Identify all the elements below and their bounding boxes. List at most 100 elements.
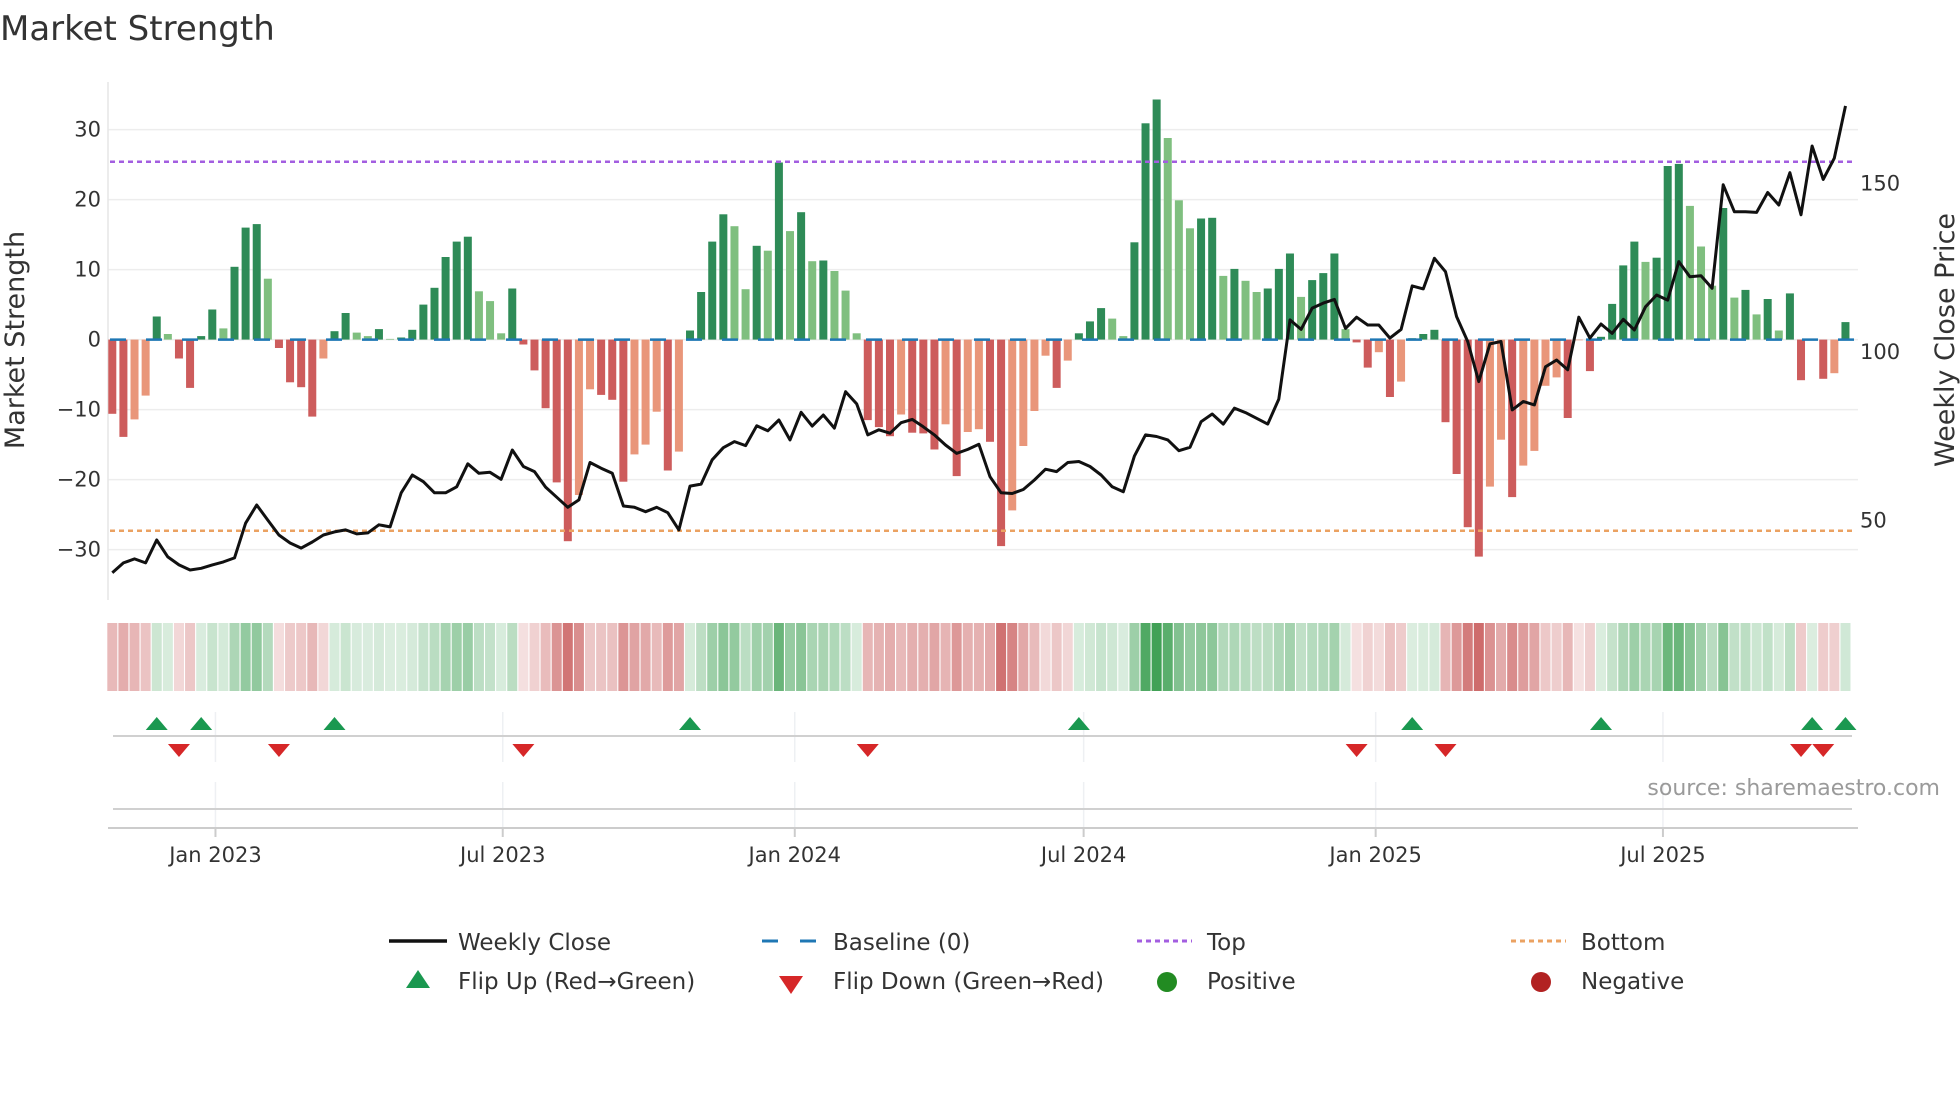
heat-cell — [462, 623, 473, 691]
heat-cell — [984, 623, 995, 691]
strength-bar — [1297, 296, 1306, 340]
strength-bar — [1208, 217, 1217, 340]
heat-cell — [173, 623, 184, 691]
flip-up-marker — [1590, 717, 1613, 730]
legend-item-baseline: Baseline (0) — [762, 930, 970, 956]
strength-bar — [186, 339, 195, 388]
x-axis: Jan 2023 Jul 2023 Jan 2024 Jul 2024 Jan 2025… — [108, 827, 1858, 867]
left-axis-ticks: −30 −20 −10 0 10 20 30 — [57, 118, 101, 562]
strength-bar — [252, 224, 261, 340]
legend-label: Top — [1206, 930, 1246, 956]
heat-cell — [818, 623, 829, 691]
heat-cell — [740, 623, 751, 691]
right-axis-ticks: 50 100 150 — [1860, 171, 1900, 532]
heat-cell — [696, 623, 707, 691]
y2-tick-label: 50 — [1860, 508, 1887, 532]
heat-cell — [1418, 623, 1429, 691]
strength-bar — [419, 304, 428, 340]
y-tick-label: 0 — [88, 328, 101, 352]
strength-bar — [241, 227, 250, 340]
y-axis-label: Market Strength — [0, 231, 31, 449]
strength-bar — [1263, 288, 1272, 340]
strength-bar — [374, 329, 383, 340]
heat-cell — [540, 623, 551, 691]
x-tick-label: Jan 2023 — [167, 843, 262, 867]
heat-cell — [1629, 623, 1640, 691]
heat-cell — [1562, 623, 1573, 691]
strength-bar — [319, 339, 328, 359]
heat-cell — [1640, 623, 1651, 691]
strength-bar — [1774, 330, 1783, 340]
heat-cell — [140, 623, 151, 691]
heat-cell — [651, 623, 662, 691]
strength-bar — [1085, 321, 1094, 340]
strength-bar — [1330, 253, 1339, 340]
heat-cell — [129, 623, 140, 691]
heat-cell — [885, 623, 895, 691]
strength-bar — [1152, 99, 1161, 340]
heat-cell — [1607, 623, 1618, 691]
strength-bar — [286, 339, 295, 383]
heat-cell — [1384, 623, 1395, 691]
heat-cell — [685, 623, 696, 691]
heat-cell — [1307, 623, 1318, 691]
strength-bar — [1230, 268, 1239, 340]
heat-cell — [1296, 623, 1307, 691]
strength-bar — [608, 339, 617, 400]
heat-cell — [285, 623, 296, 691]
flip-down-marker — [1434, 744, 1457, 757]
strength-bar — [586, 339, 595, 390]
strength-bar — [1219, 275, 1228, 340]
strength-bar — [197, 336, 206, 340]
strength-bar — [752, 245, 761, 340]
heat-cell — [1373, 623, 1384, 691]
strength-bar — [697, 292, 706, 340]
heat-cell — [1784, 623, 1795, 691]
flip-down-marker — [1790, 744, 1813, 757]
strength-bar — [897, 339, 906, 415]
strength-bar — [686, 330, 695, 340]
heat-cell — [440, 623, 451, 691]
strength-bar — [1585, 339, 1594, 372]
heat-cell — [951, 623, 962, 691]
strength-bar — [1841, 322, 1850, 340]
strength-bar — [1663, 166, 1672, 340]
strength-bar — [563, 339, 572, 542]
strength-bar — [1674, 163, 1683, 340]
heat-cell — [907, 623, 918, 691]
heat-cell — [1184, 623, 1195, 691]
heat-cell — [1251, 623, 1262, 691]
legend-item-flip-down: Flip Down (Green→Red) — [779, 969, 1104, 995]
heat-cell — [851, 623, 862, 691]
strength-bar — [830, 271, 839, 340]
heat-cell — [185, 623, 196, 691]
heat-cell — [1329, 623, 1340, 691]
heat-cell — [1273, 623, 1284, 691]
strength-bar — [1019, 339, 1028, 446]
heat-cell — [1140, 623, 1151, 691]
heat-cell — [896, 623, 907, 691]
y-tick-label: −30 — [57, 538, 101, 562]
strength-bar — [297, 339, 306, 388]
heat-cell — [707, 623, 718, 691]
heat-cell — [1596, 623, 1607, 691]
strength-bar — [541, 339, 550, 409]
heat-cell — [1773, 623, 1784, 691]
legend-item-weekly-close: Weekly Close — [389, 930, 611, 956]
strength-bar — [919, 339, 928, 434]
heat-cell — [385, 623, 396, 691]
strength-bar — [341, 313, 350, 340]
heat-cell — [1084, 623, 1095, 691]
strength-bar — [1819, 339, 1828, 379]
strength-bar — [219, 328, 228, 340]
legend-label: Baseline (0) — [833, 930, 970, 956]
x-tick-label: Jan 2025 — [1327, 843, 1422, 867]
heat-cell — [1096, 623, 1107, 691]
strength-bar — [530, 339, 539, 371]
strength-bar — [1185, 228, 1194, 340]
strength-bar — [763, 250, 772, 340]
heat-cell — [773, 623, 784, 691]
strength-bar — [274, 339, 283, 348]
chart-title: Market Strength — [0, 9, 275, 49]
market-strength-chart: Market Strength −30 −20 −10 0 10 20 30 50 100 15… — [0, 9, 1960, 995]
